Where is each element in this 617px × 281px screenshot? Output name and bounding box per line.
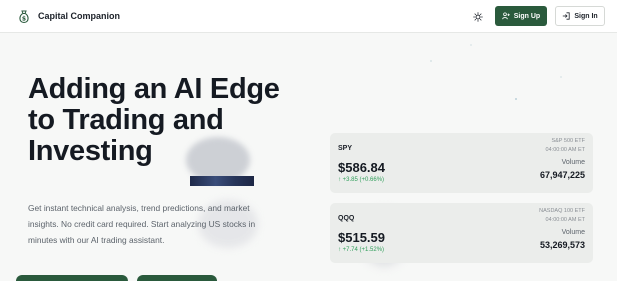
background-dot (515, 98, 517, 100)
sign-in-label: Sign In (574, 12, 598, 20)
ticker-name: S&P 500 ETF (551, 138, 585, 144)
background-dot (430, 60, 432, 62)
login-icon (563, 12, 570, 20)
hero-headline: Adding an AI Edge to Trading and Investi… (28, 73, 280, 167)
brand-name[interactable]: Capital Companion (38, 11, 120, 21)
ticker-symbol: SPY (338, 145, 353, 152)
ticker-symbol: QQQ (338, 215, 355, 222)
ticker-timestamp: 04:00:00 AM ET (545, 217, 585, 223)
theme-toggle-button[interactable] (471, 10, 485, 24)
ticker-price: $515.59 (338, 230, 385, 245)
background-dot (560, 76, 562, 78)
ticker-price: $586.84 (338, 160, 385, 175)
user-plus-icon (501, 12, 510, 20)
background-dot (470, 44, 472, 46)
sign-in-button[interactable]: Sign In (555, 6, 605, 26)
sign-up-label: Sign Up (513, 12, 541, 20)
secondary-cta-button[interactable] (137, 275, 217, 281)
top-nav-bar: $ Capital Companion Sign Up Sign In (0, 0, 617, 33)
money-bag-icon[interactable]: $ (16, 9, 32, 25)
volume-label: Volume (561, 229, 585, 236)
ticker-timestamp: 04:00:00 AM ET (545, 147, 585, 153)
sun-icon (473, 12, 483, 22)
quote-card-spy[interactable]: SPY $586.84 ↑ +3.85 (+0.66%) S&P 500 ETF… (330, 133, 593, 193)
decorative-image-strip (190, 176, 254, 186)
volume-label: Volume (561, 159, 585, 166)
ticker-name: NASDAQ 100 ETF (539, 208, 585, 214)
hero-description: Get instant technical analysis, trend pr… (28, 203, 256, 245)
quote-card-qqq[interactable]: QQQ $515.59 ↑ +7.74 (+1.52%) NASDAQ 100 … (330, 203, 593, 263)
ticker-change: ↑ +3.85 (+0.66%) (338, 177, 385, 183)
volume-value: 67,947,225 (539, 170, 585, 180)
sign-up-button[interactable]: Sign Up (495, 6, 547, 26)
primary-cta-button[interactable] (16, 275, 128, 281)
svg-text:$: $ (22, 16, 26, 23)
volume-value: 53,269,573 (539, 240, 585, 250)
ticker-change: ↑ +7.74 (+1.52%) (338, 247, 385, 253)
